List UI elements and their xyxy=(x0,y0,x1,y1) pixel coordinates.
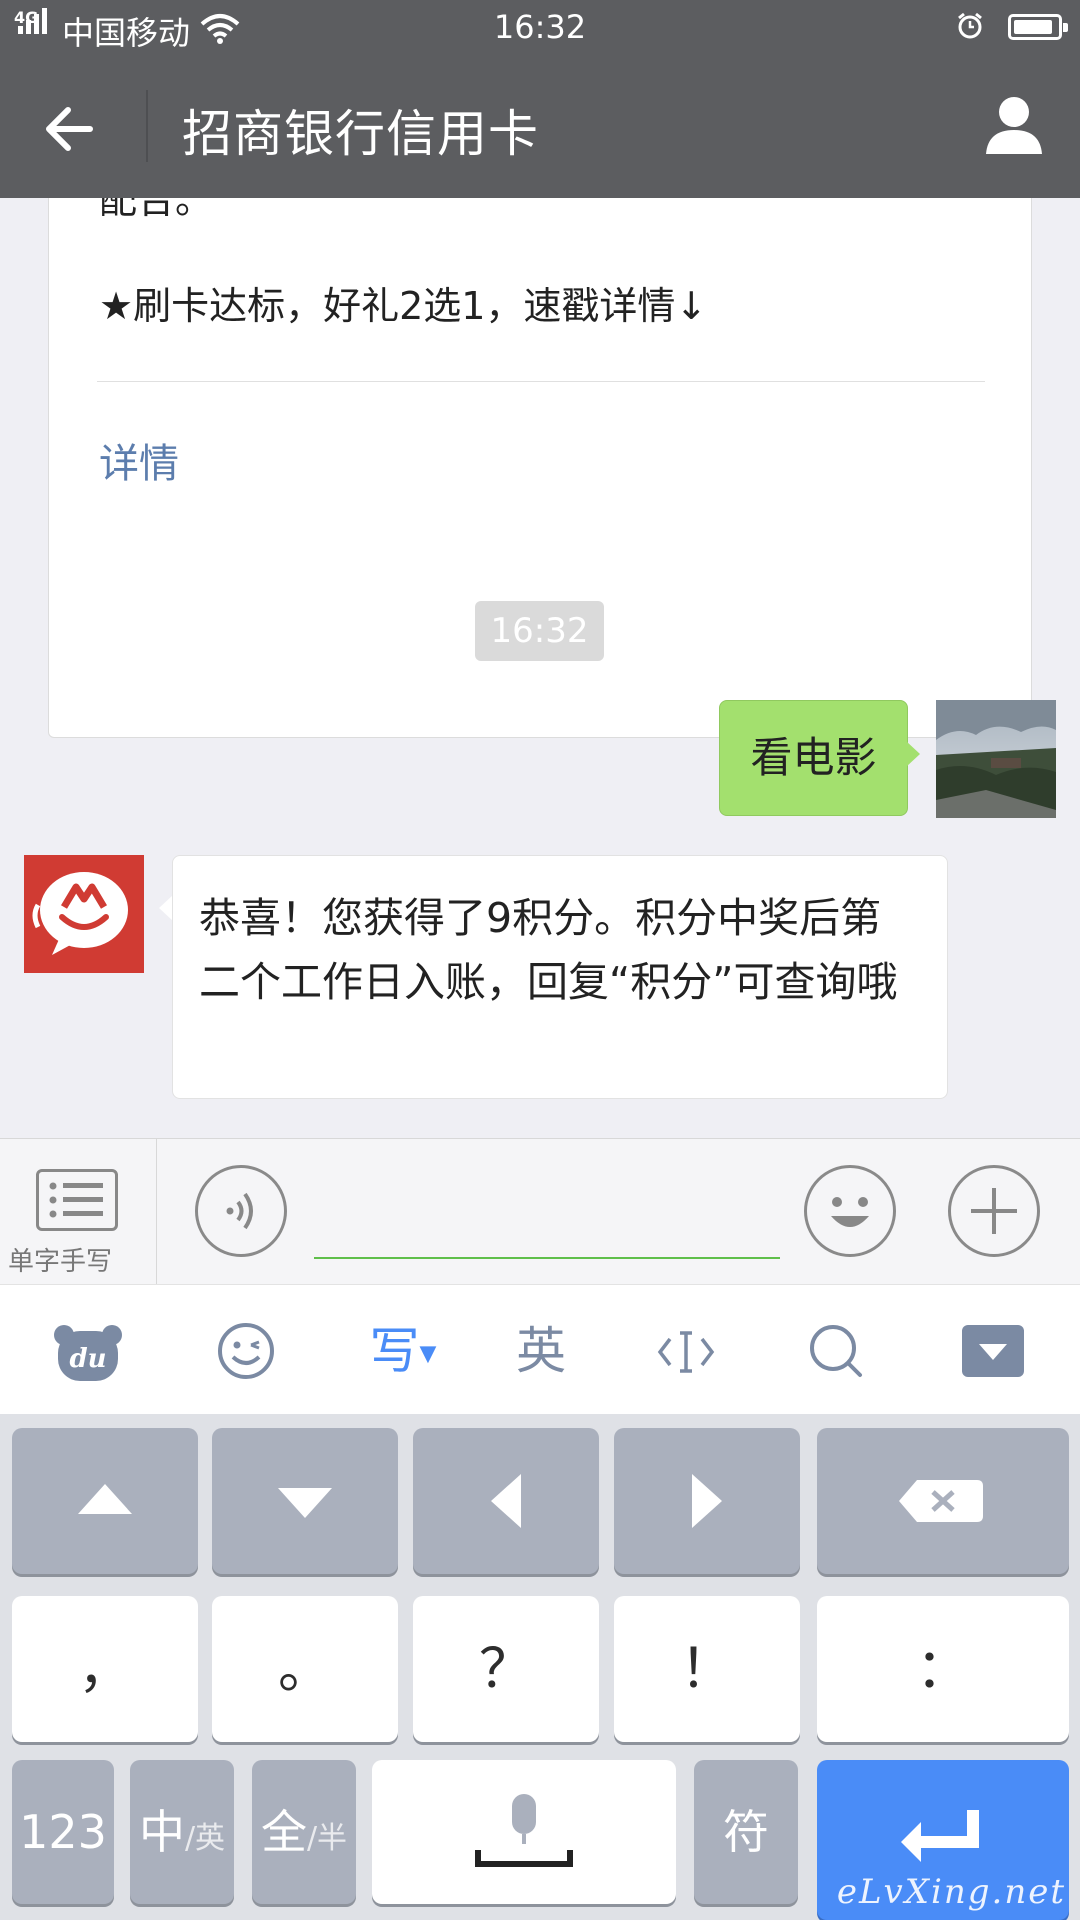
person-icon[interactable] xyxy=(982,92,1046,156)
card-divider xyxy=(97,381,985,382)
du-bear-icon[interactable]: du xyxy=(54,1323,122,1383)
key-full-half[interactable]: 全/半 xyxy=(252,1760,356,1904)
key-123-label: 123 xyxy=(19,1805,107,1859)
key-symbol-label: 符 xyxy=(723,1805,769,1859)
key-zh-en[interactable]: 中/英 xyxy=(130,1760,234,1904)
key-zh-label: 中 xyxy=(138,1805,185,1859)
key-comma[interactable]: ， xyxy=(12,1596,198,1742)
emoji-icon[interactable] xyxy=(216,1321,276,1381)
key-question-label: ？ xyxy=(479,1637,533,1700)
keyboard-toolbar: du 写▼ 英 xyxy=(0,1284,1080,1414)
key-down[interactable] xyxy=(212,1428,398,1574)
keyboard: ， 。 ？ ！ ： 123 中/英 全/半 符 eLvXing.net xyxy=(0,1414,1080,1920)
svg-text:du: du xyxy=(69,1344,106,1374)
battery-icon xyxy=(1008,14,1068,40)
more-button[interactable] xyxy=(948,1165,1040,1257)
handwrite-mode-label: 写 xyxy=(369,1322,420,1380)
message-timestamp: 16:32 xyxy=(475,601,604,661)
back-arrow-icon[interactable] xyxy=(40,100,98,158)
arrow-up-icon xyxy=(78,1484,132,1514)
microphone-icon xyxy=(475,1794,573,1867)
arrow-down-icon xyxy=(278,1488,332,1518)
search-icon[interactable] xyxy=(806,1321,866,1381)
handwriting-label: 单字手写 xyxy=(8,1247,113,1277)
key-left[interactable] xyxy=(413,1428,599,1574)
voice-icon xyxy=(226,1192,253,1230)
key-period-label: 。 xyxy=(278,1637,332,1700)
key-comma-label: ， xyxy=(78,1637,132,1700)
arrow-left-icon xyxy=(491,1474,521,1528)
message-input[interactable] xyxy=(314,1257,780,1259)
key-up[interactable] xyxy=(12,1428,198,1574)
handwriting-panel[interactable]: 单字手写 xyxy=(0,1139,157,1285)
input-bar: 单字手写 xyxy=(0,1138,1080,1285)
chat-area[interactable]: 配合。 ★刷卡达标，好礼2选1，速戳详情↓ 详情 16:32 看电影 恭喜！您获… xyxy=(0,198,1080,1138)
my-avatar[interactable] xyxy=(936,700,1056,818)
title-bar: 招商银行信用卡 xyxy=(0,54,1080,198)
alarm-icon xyxy=(958,12,982,39)
hide-keyboard-icon[interactable] xyxy=(962,1325,1024,1377)
bank-bubble-tail xyxy=(159,895,173,921)
status-time: 16:32 xyxy=(493,8,587,46)
list-icon xyxy=(36,1169,118,1231)
backspace-icon xyxy=(899,1480,983,1522)
status-bar: 4G 中国移动 16:32 xyxy=(0,0,1080,54)
key-backspace[interactable] xyxy=(817,1428,1069,1574)
card-truncated-text: 配合。 xyxy=(99,198,214,222)
bank-message-bubble[interactable]: 恭喜！您获得了9积分。积分中奖后第二个工作日入账，回复“积分”可查询哦 xyxy=(172,855,948,1099)
key-exclaim-label: ！ xyxy=(680,1637,734,1700)
card-promo-text: ★刷卡达标，好礼2选1，速戳详情↓ xyxy=(99,284,708,328)
english-mode-tab[interactable]: 英 xyxy=(498,1315,584,1387)
emoji-button[interactable] xyxy=(804,1165,896,1257)
key-space-voice[interactable] xyxy=(372,1760,676,1904)
my-bubble-tail xyxy=(906,741,920,767)
key-right[interactable] xyxy=(614,1428,800,1574)
key-colon-label: ： xyxy=(916,1637,970,1700)
key-zh-sub: /英 xyxy=(184,1821,226,1856)
watermark: eLvXing.net xyxy=(836,1872,1066,1912)
title-divider xyxy=(146,90,148,162)
plus-icon xyxy=(971,1188,1017,1234)
arrow-right-icon xyxy=(692,1474,722,1528)
key-full-label: 全 xyxy=(260,1805,307,1859)
key-full-sub: /半 xyxy=(306,1821,348,1856)
key-symbol[interactable]: 符 xyxy=(694,1760,798,1904)
chat-title: 招商银行信用卡 xyxy=(182,105,539,163)
key-question[interactable]: ？ xyxy=(413,1596,599,1742)
handwrite-mode-tab[interactable]: 写▼ xyxy=(360,1315,446,1387)
my-message-bubble[interactable]: 看电影 xyxy=(719,700,908,816)
cursor-icon[interactable] xyxy=(656,1327,716,1377)
smiley-icon xyxy=(831,1197,869,1227)
key-exclaim[interactable]: ！ xyxy=(614,1596,800,1742)
key-period[interactable]: 。 xyxy=(212,1596,398,1742)
bank-avatar[interactable] xyxy=(24,855,144,973)
key-123[interactable]: 123 xyxy=(12,1760,114,1904)
voice-button[interactable] xyxy=(195,1165,287,1257)
key-colon[interactable]: ： xyxy=(817,1596,1069,1742)
details-link[interactable]: 详情 xyxy=(99,431,179,489)
bank-message-text: 恭喜！您获得了9积分。积分中奖后第二个工作日入账，回复“积分”可查询哦 xyxy=(199,894,898,1006)
